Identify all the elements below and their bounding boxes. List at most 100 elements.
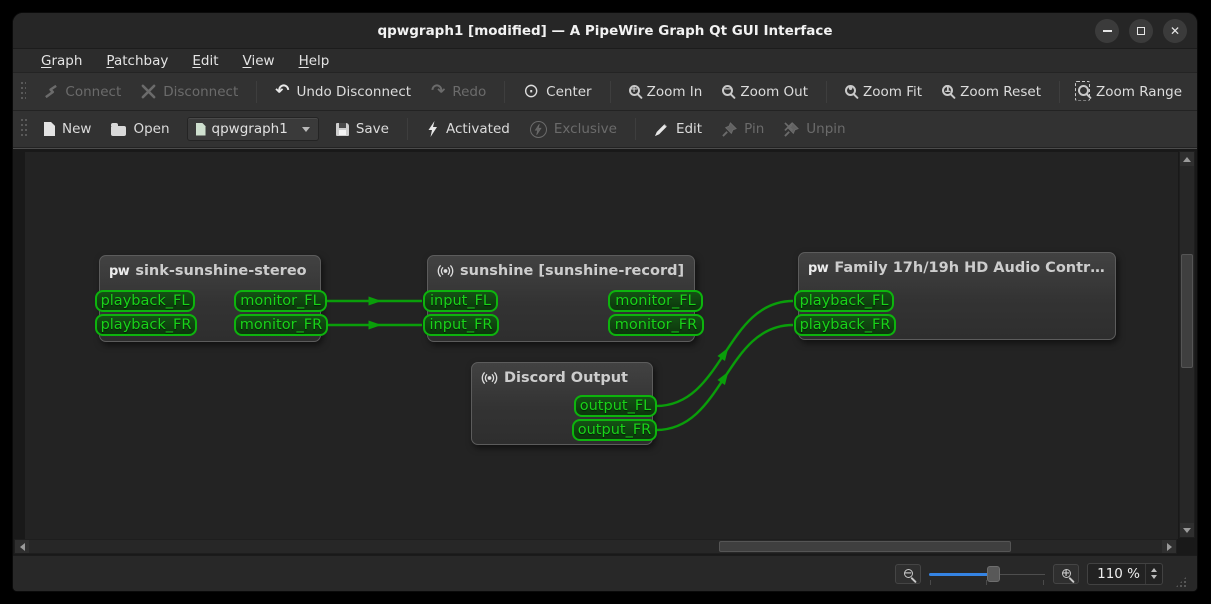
toolbar-separator: [504, 80, 506, 103]
input-port[interactable]: playback_FL: [95, 290, 195, 312]
scroll-right-button[interactable]: [1162, 540, 1176, 553]
undo-button[interactable]: ↶ Undo Disconnect: [266, 79, 420, 104]
zoom-reset-button[interactable]: 1 Zoom Reset: [933, 80, 1050, 104]
connect-icon: [45, 84, 58, 99]
session-combobox[interactable]: qpwgraph1: [186, 117, 319, 141]
unpin-icon: [784, 121, 800, 137]
zoom-value: 110 %: [1097, 565, 1140, 582]
arrow-up-icon: [1183, 156, 1191, 162]
graph-canvas[interactable]: pw sink-sunshine-stereo sunshine [sunshine…: [25, 152, 1178, 539]
window-title: qpwgraph1 [modified] — A PipeWire Graph …: [377, 22, 833, 39]
toolbar-separator: [826, 80, 828, 103]
menu-help[interactable]: Help: [289, 51, 340, 71]
menubar: Graph Patchbay Edit View Help: [13, 49, 1197, 73]
center-icon: ⊙: [523, 80, 540, 102]
statusbar: − + 110 %: [13, 555, 1197, 591]
menu-graph[interactable]: Graph: [31, 51, 92, 71]
input-port[interactable]: input_FR: [423, 314, 499, 336]
chevron-down-icon: [301, 126, 310, 132]
scroll-up-button[interactable]: [1180, 152, 1194, 166]
output-port[interactable]: output_FL: [574, 395, 657, 417]
toolbar-separator: [609, 80, 611, 103]
toolbar-separator: [406, 118, 408, 140]
input-port[interactable]: playback_FR: [794, 314, 896, 336]
titlebar[interactable]: qpwgraph1 [modified] — A PipeWire Graph …: [13, 13, 1197, 49]
output-port[interactable]: monitor_FL: [234, 290, 327, 312]
edit-pencil-icon: [654, 123, 667, 136]
resize-grip[interactable]: [1175, 576, 1187, 588]
toolbar-separator: [256, 80, 258, 103]
zoom-slider-handle[interactable]: [987, 565, 1000, 582]
center-button[interactable]: ⊙ Center: [514, 78, 600, 105]
disconnect-icon: [141, 84, 156, 99]
maximize-button[interactable]: [1129, 19, 1153, 43]
redo-button[interactable]: ↷ Redo: [422, 79, 495, 104]
minimize-icon: [1102, 30, 1112, 32]
toolbar-drag-handle[interactable]: [21, 119, 27, 139]
output-port[interactable]: monitor_FR: [234, 314, 328, 336]
activated-bolt-icon: [428, 121, 437, 137]
output-port[interactable]: output_FR: [572, 419, 657, 441]
connect-button[interactable]: Connect: [34, 80, 130, 104]
slider-track-empty: [997, 573, 1045, 576]
zoom-slider[interactable]: [929, 564, 1045, 585]
session-name: qpwgraph1: [211, 121, 288, 137]
zoom-fit-button[interactable]: • Zoom Fit: [836, 80, 931, 104]
ports-layer: playback_FL playback_FR monitor_FL monitor_…: [25, 152, 1178, 539]
vertical-scroll-thumb[interactable]: [1181, 254, 1193, 368]
disconnect-button[interactable]: Disconnect: [132, 80, 247, 104]
input-port[interactable]: input_FL: [423, 290, 498, 312]
output-port[interactable]: monitor_FL: [608, 290, 703, 312]
menu-edit[interactable]: Edit: [182, 51, 228, 71]
new-button[interactable]: New: [35, 117, 100, 141]
exclusive-button[interactable]: Exclusive: [521, 117, 626, 142]
undo-icon: ↶: [275, 81, 290, 101]
canvas-area: pw sink-sunshine-stereo sunshine [sunshine…: [13, 148, 1197, 555]
input-port[interactable]: playback_FL: [794, 290, 894, 312]
zoom-reset-icon: 1: [942, 84, 954, 100]
arrow-down-icon: [1183, 527, 1191, 533]
open-folder-icon: [111, 122, 127, 136]
close-button[interactable]: ✕: [1163, 19, 1187, 43]
horizontal-scrollbar[interactable]: [14, 539, 1177, 554]
spinbox-arrows[interactable]: [1145, 563, 1162, 584]
vertical-scrollbar[interactable]: [1179, 151, 1195, 538]
activated-button[interactable]: Activated: [417, 117, 519, 141]
edit-button[interactable]: Edit: [645, 117, 711, 141]
redo-icon: ↷: [431, 81, 446, 101]
zoom-in-button[interactable]: + Zoom In: [620, 80, 712, 104]
toolbar-drag-handle[interactable]: [21, 81, 27, 102]
statusbar-zoom-out-button[interactable]: −: [895, 563, 921, 584]
zoom-out-icon: −: [903, 567, 913, 579]
session-file-icon: [195, 122, 206, 136]
zoom-in-icon: +: [628, 84, 640, 96]
toolbar-separator: [1059, 80, 1060, 103]
scroll-left-button[interactable]: [15, 540, 29, 553]
input-port[interactable]: playback_FR: [95, 314, 197, 336]
zoom-out-button[interactable]: − Zoom Out: [713, 80, 817, 104]
menu-patchbay[interactable]: Patchbay: [96, 51, 178, 71]
unpin-button[interactable]: Unpin: [775, 117, 854, 141]
spin-up-icon: [1151, 568, 1157, 572]
pin-icon: [722, 121, 737, 137]
zoom-spinbox[interactable]: 110 %: [1087, 562, 1163, 585]
scroll-down-button[interactable]: [1180, 523, 1194, 537]
window-controls: ✕: [1095, 19, 1187, 43]
arrow-right-icon: [1166, 542, 1172, 551]
statusbar-zoom-in-button[interactable]: +: [1053, 563, 1079, 584]
zoom-range-icon: [1078, 84, 1089, 100]
save-button[interactable]: Save: [327, 117, 398, 141]
spin-down-icon: [1151, 575, 1157, 579]
zoom-out-icon: −: [722, 84, 734, 96]
menu-view[interactable]: View: [233, 51, 285, 71]
maximize-icon: [1137, 27, 1145, 35]
zoom-range-button[interactable]: Zoom Range: [1069, 80, 1191, 104]
output-port[interactable]: monitor_FR: [608, 314, 704, 336]
exclusive-bolt-icon: [529, 120, 547, 138]
open-button[interactable]: Open: [102, 117, 178, 141]
pin-button[interactable]: Pin: [713, 117, 773, 141]
new-file-icon: [44, 122, 55, 136]
horizontal-scroll-thumb[interactable]: [719, 541, 1011, 552]
slider-track-filled: [929, 572, 991, 576]
minimize-button[interactable]: [1095, 19, 1119, 43]
